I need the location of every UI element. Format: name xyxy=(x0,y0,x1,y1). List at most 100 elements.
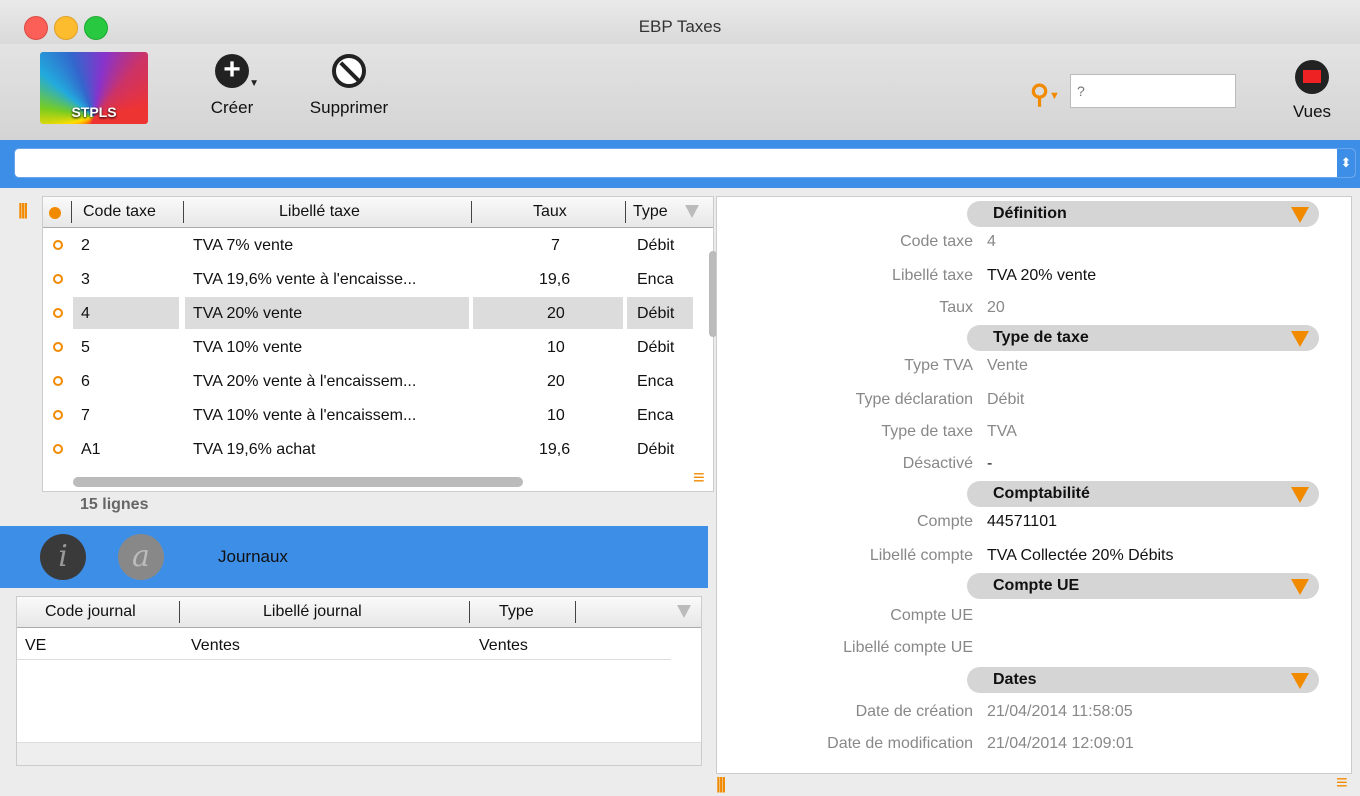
filter-bar: ⬍ xyxy=(0,140,1360,188)
at-tab-icon[interactable]: a xyxy=(118,534,164,580)
cell-code: 6 xyxy=(81,373,90,390)
line-count: 15 lignes xyxy=(80,496,149,513)
section-dates[interactable]: Dates xyxy=(967,667,1319,693)
cell-rate: 20 xyxy=(547,373,565,390)
cell-label: TVA 19,6% achat xyxy=(193,441,316,458)
table-row[interactable]: A1 TVA 19,6% achat 19,6 Débit xyxy=(43,433,693,467)
table-row[interactable]: 7 TVA 10% vente à l'encaissem... 10 Enca xyxy=(43,399,693,433)
section-accounting[interactable]: Comptabilité xyxy=(967,481,1319,507)
company-logo: STPLS xyxy=(40,52,148,124)
section-definition[interactable]: Définition xyxy=(967,201,1319,227)
cell-label: TVA 10% vente à l'encaissem... xyxy=(193,407,417,424)
toolbar: STPLS +▼ Créer Supprimer ⚲▼ Vues xyxy=(0,44,1360,141)
cell-type: Débit xyxy=(637,305,675,322)
create-button[interactable]: + ▼ Créer xyxy=(206,54,259,118)
info-tab-icon[interactable]: i xyxy=(40,534,86,580)
cell-journal-code: VE xyxy=(25,637,47,654)
column-header-journal-code[interactable]: Code journal xyxy=(45,603,136,621)
cell-label: TVA 10% vente xyxy=(193,339,303,356)
column-header-journal-label[interactable]: Libellé journal xyxy=(263,603,362,621)
collapse-triangle-icon[interactable] xyxy=(1291,579,1309,595)
column-menu-triangle-icon[interactable] xyxy=(685,205,699,218)
cell-label: TVA 19,6% vente à l'encaisse... xyxy=(193,271,417,288)
field-value-account[interactable]: 44571101 xyxy=(987,513,1057,531)
cell-label: TVA 20% vente xyxy=(193,305,303,322)
field-value-tax-kind: TVA xyxy=(987,423,1017,440)
cell-rate: 10 xyxy=(547,339,565,356)
field-label-label: Libellé taxe xyxy=(892,267,973,284)
taxes-table-header: Code taxe Libellé taxe Taux Type xyxy=(43,197,713,228)
search-input[interactable] xyxy=(1070,74,1236,108)
cell-code: 2 xyxy=(81,237,90,254)
search-menu-chevron-icon: ▼ xyxy=(1049,90,1060,103)
section-eu-account[interactable]: Compte UE xyxy=(967,573,1319,599)
status-dot-icon xyxy=(53,240,63,250)
column-handle-icon[interactable]: ||| xyxy=(18,200,28,220)
column-header-code[interactable]: Code taxe xyxy=(83,203,156,221)
field-value-disabled[interactable]: - xyxy=(987,455,992,473)
table-row[interactable]: 2 TVA 7% vente 7 Débit xyxy=(43,229,693,263)
search-icon[interactable]: ⚲▼ xyxy=(1030,79,1060,110)
cell-journal-label: Ventes xyxy=(191,637,240,654)
field-value-code: 4 xyxy=(987,233,996,250)
table-row[interactable]: 6 TVA 20% vente à l'encaissem... 20 Enca xyxy=(43,365,693,399)
create-label: Créer xyxy=(210,98,254,117)
cell-code: 4 xyxy=(81,305,90,322)
table-row[interactable]: 3 TVA 19,6% vente à l'encaisse... 19,6 E… xyxy=(43,263,693,297)
delete-button[interactable]: Supprimer xyxy=(300,54,398,118)
cell-code: 5 xyxy=(81,339,90,356)
table-menu-icon[interactable]: ≡ xyxy=(693,467,705,490)
section-tax-type[interactable]: Type de taxe xyxy=(967,325,1319,351)
section-title: Définition xyxy=(993,205,1067,222)
column-header-journal-type[interactable]: Type xyxy=(499,603,534,621)
journals-table-header: Code journal Libellé journal Type xyxy=(17,597,701,628)
column-header-label[interactable]: Libellé taxe xyxy=(279,203,360,221)
cell-rate: 10 xyxy=(547,407,565,424)
cell-code: 3 xyxy=(81,271,90,288)
column-menu-triangle-icon[interactable] xyxy=(677,605,691,618)
plus-icon: + ▼ xyxy=(215,54,259,89)
collapse-triangle-icon[interactable] xyxy=(1291,673,1309,689)
field-label-declaration: Type déclaration xyxy=(855,391,973,408)
journals-tab-label[interactable]: Journaux xyxy=(218,547,288,567)
status-dot-icon xyxy=(53,410,63,420)
cell-label: TVA 7% vente xyxy=(193,237,294,254)
cell-type: Enca xyxy=(637,407,674,424)
collapse-triangle-icon[interactable] xyxy=(1291,207,1309,223)
detail-panel: Définition Code taxe 4 Libellé taxe TVA … xyxy=(716,196,1352,774)
updown-chevron-icon[interactable]: ⬍ xyxy=(1337,149,1355,177)
horizontal-scrollbar[interactable] xyxy=(73,477,523,487)
cell-rate: 20 xyxy=(547,305,565,322)
taxes-table: Code taxe Libellé taxe Taux Type 2 TVA 7… xyxy=(42,196,717,492)
filter-combobox[interactable]: ⬍ xyxy=(14,148,1356,178)
collapse-triangle-icon[interactable] xyxy=(1291,487,1309,503)
detail-menu-icon[interactable]: ≡ xyxy=(1336,772,1348,795)
column-header-rate[interactable]: Taux xyxy=(533,203,567,221)
table-row-selected[interactable]: 4 TVA 20% vente 20 Débit xyxy=(43,297,693,331)
field-value-modified: 21/04/2014 12:09:01 xyxy=(987,735,1134,752)
window-title: EBP Taxes xyxy=(638,17,722,36)
field-label-tax-kind: Type de taxe xyxy=(881,423,973,440)
field-label-disabled: Désactivé xyxy=(902,455,973,472)
section-title: Compte UE xyxy=(993,577,1080,594)
status-dot-icon xyxy=(53,444,63,454)
table-row[interactable]: VE Ventes Ventes xyxy=(17,629,671,663)
field-value-label[interactable]: TVA 20% vente xyxy=(987,267,1096,285)
field-value-rate: 20 xyxy=(987,299,1005,316)
views-icon xyxy=(1295,60,1329,94)
cell-type: Débit xyxy=(637,339,675,356)
column-header-type[interactable]: Type xyxy=(633,203,668,221)
field-value-account-name[interactable]: TVA Collectée 20% Débits xyxy=(987,547,1173,565)
title-bar: EBP Taxes xyxy=(0,0,1360,45)
collapse-triangle-icon[interactable] xyxy=(1291,331,1309,347)
table-row[interactable]: 5 TVA 10% vente 10 Débit xyxy=(43,331,693,365)
views-button[interactable]: Vues xyxy=(1282,60,1342,122)
cell-code: A1 xyxy=(81,441,101,458)
field-value-declaration: Débit xyxy=(987,391,1025,408)
journals-status-bar xyxy=(17,742,701,765)
cell-type: Débit xyxy=(637,237,675,254)
chevron-down-icon: ▼ xyxy=(249,78,259,89)
field-label-eu-account-name: Libellé compte UE xyxy=(843,639,973,656)
detail-handle-icon[interactable]: ||| xyxy=(716,774,726,794)
field-label-vat-type: Type TVA xyxy=(904,357,973,374)
